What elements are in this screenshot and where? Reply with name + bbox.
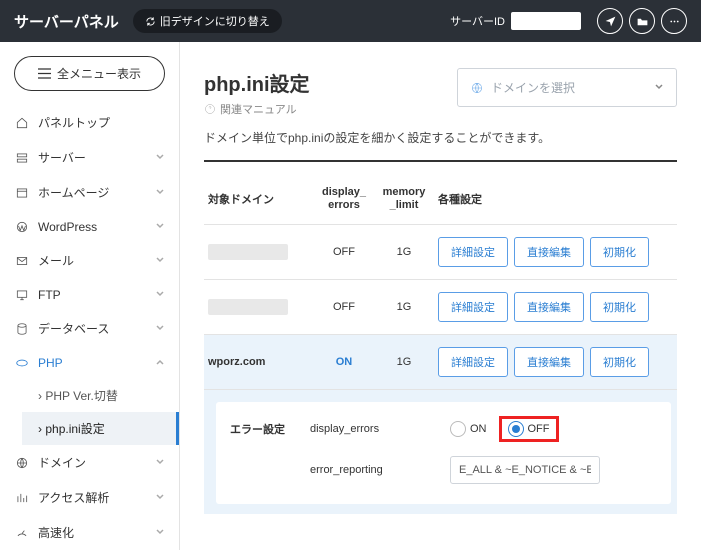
sidebar-item-database[interactable]: データベース xyxy=(0,311,179,346)
detail-button[interactable]: 詳細設定 xyxy=(438,347,508,377)
radio-off[interactable]: OFF xyxy=(508,421,550,437)
home-icon xyxy=(14,115,29,130)
radio-on[interactable]: ON xyxy=(450,421,487,437)
server-id-value xyxy=(511,12,581,30)
monitor-icon xyxy=(14,287,29,302)
edit-button[interactable]: 直接編集 xyxy=(514,347,584,377)
sidebar-item-mail[interactable]: メール xyxy=(0,243,179,278)
reset-button[interactable]: 初期化 xyxy=(590,237,649,267)
chevron-down-icon xyxy=(155,527,165,537)
sidebar: 全メニュー表示 パネルトップ サーバー ホームページ WordPress メール xyxy=(0,42,180,550)
reset-button[interactable]: 初期化 xyxy=(590,347,649,377)
error-reporting-key: error_reporting xyxy=(310,464,450,476)
brand-title: サーバーパネル xyxy=(14,11,119,32)
menu-dots-icon[interactable] xyxy=(661,8,687,34)
app-header: サーバーパネル 旧デザインに切り替え サーバーID xyxy=(0,0,701,42)
sidebar-item-server[interactable]: サーバー xyxy=(0,140,179,175)
chevron-down-icon xyxy=(155,323,165,333)
old-design-toggle[interactable]: 旧デザインに切り替え xyxy=(133,9,282,33)
chevron-down-icon xyxy=(155,492,165,502)
server-icon xyxy=(14,150,29,165)
error-reporting-input[interactable] xyxy=(450,456,600,484)
highlight-box: OFF xyxy=(499,416,559,442)
sidebar-item-ftp[interactable]: FTP xyxy=(0,278,179,311)
domain-name: wporz.com xyxy=(204,335,314,390)
detail-button[interactable]: 詳細設定 xyxy=(438,237,508,267)
sidebar-item-homepage[interactable]: ホームページ xyxy=(0,175,179,210)
send-icon[interactable] xyxy=(597,8,623,34)
window-icon xyxy=(14,185,29,200)
all-menu-button[interactable]: 全メニュー表示 xyxy=(14,56,165,91)
chevron-up-icon xyxy=(155,357,165,367)
col-domain: 対象ドメイン xyxy=(204,180,314,225)
globe-icon xyxy=(470,81,484,95)
chart-icon xyxy=(14,490,29,505)
col-memory-limit: memory_limit xyxy=(374,180,434,225)
display-errors-radio-group: ON OFF xyxy=(450,416,559,442)
section-label: エラー設定 xyxy=(230,421,310,437)
domain-table: 対象ドメイン display_errors memory_limit 各種設定 … xyxy=(204,180,677,514)
mail-icon xyxy=(14,253,29,268)
sidebar-item-analytics[interactable]: アクセス解析 xyxy=(0,480,179,515)
edit-button[interactable]: 直接編集 xyxy=(514,237,584,267)
database-icon xyxy=(14,321,29,336)
detail-button[interactable]: 詳細設定 xyxy=(438,292,508,322)
sidebar-sub-php-ini[interactable]: › php.ini設定 xyxy=(22,412,179,445)
error-settings-panel: エラー設定 display_errors ON xyxy=(216,402,671,504)
speed-icon xyxy=(14,525,29,540)
php-icon xyxy=(14,355,29,370)
chevron-down-icon xyxy=(155,187,165,197)
sidebar-item-domain[interactable]: ドメイン xyxy=(0,445,179,480)
table-row: OFF 1G 詳細設定 直接編集 初期化 xyxy=(204,280,677,335)
hamburger-icon xyxy=(38,68,51,79)
server-id-label: サーバーID xyxy=(450,13,505,29)
sidebar-item-wordpress[interactable]: WordPress xyxy=(0,210,179,243)
col-display-errors: display_errors xyxy=(314,180,374,225)
sidebar-item-paneltop[interactable]: パネルトップ xyxy=(0,105,179,140)
folder-icon[interactable] xyxy=(629,8,655,34)
divider xyxy=(204,160,677,162)
globe-icon xyxy=(14,455,29,470)
chevron-down-icon xyxy=(155,457,165,467)
reset-button[interactable]: 初期化 xyxy=(590,292,649,322)
help-icon xyxy=(204,103,216,115)
manual-link[interactable]: 関連マニュアル xyxy=(204,101,310,117)
domain-redacted xyxy=(208,299,288,315)
chevron-down-icon xyxy=(155,152,165,162)
chevron-down-icon xyxy=(155,255,165,265)
col-settings: 各種設定 xyxy=(434,180,677,225)
page-title: php.ini設定 xyxy=(204,68,310,97)
edit-button[interactable]: 直接編集 xyxy=(514,292,584,322)
table-row-active: wporz.com ON 1G 詳細設定 直接編集 初期化 xyxy=(204,335,677,390)
domain-select[interactable]: ドメインを選択 xyxy=(457,68,677,107)
display-errors-key: display_errors xyxy=(310,423,450,435)
sidebar-item-speed[interactable]: 高速化 xyxy=(0,515,179,550)
sidebar-sub-php-ver[interactable]: › PHP Ver.切替 xyxy=(22,379,179,412)
wordpress-icon xyxy=(14,219,29,234)
chevron-down-icon xyxy=(654,82,664,92)
main-content: php.ini設定 関連マニュアル ドメインを選択 ドメイン単位でphp.ini… xyxy=(180,42,701,550)
page-description: ドメイン単位でphp.iniの設定を細かく設定することができます。 xyxy=(204,129,677,146)
domain-redacted xyxy=(208,244,288,260)
chevron-down-icon xyxy=(155,289,165,299)
sidebar-item-php[interactable]: PHP xyxy=(0,346,179,379)
refresh-icon xyxy=(145,16,156,27)
table-row: OFF 1G 詳細設定 直接編集 初期化 xyxy=(204,225,677,280)
chevron-down-icon xyxy=(155,221,165,231)
